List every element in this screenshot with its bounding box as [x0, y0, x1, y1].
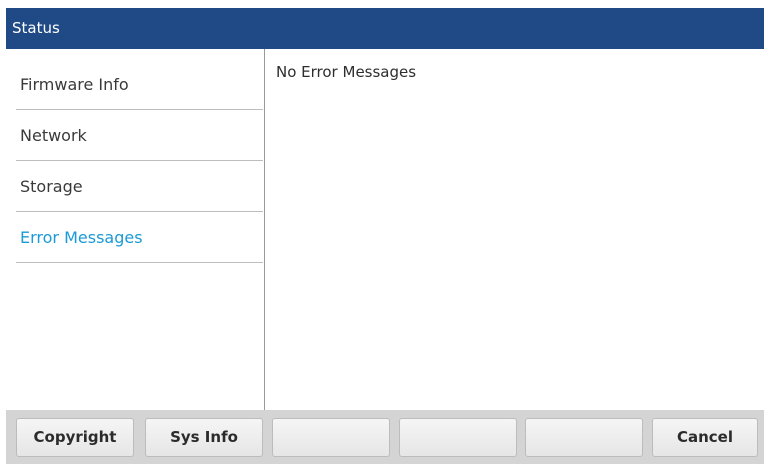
- softkey-3-button[interactable]: [272, 418, 390, 457]
- sys-info-button[interactable]: Sys Info: [145, 418, 263, 457]
- content-panel: No Error Messages: [266, 49, 764, 410]
- error-messages-text: No Error Messages: [276, 63, 417, 81]
- softkey-bar: Copyright Sys Info Cancel: [6, 410, 764, 464]
- softkey-5-button[interactable]: [525, 418, 643, 457]
- status-screen: Status Firmware Info Network Storage Err…: [0, 0, 764, 464]
- sidebar-item-network[interactable]: Network: [16, 110, 263, 161]
- cancel-button[interactable]: Cancel: [652, 418, 758, 457]
- softkey-4-button[interactable]: [399, 418, 517, 457]
- sidebar-item-storage[interactable]: Storage: [16, 161, 263, 212]
- copyright-button[interactable]: Copyright: [16, 418, 134, 457]
- sidebar-item-error-messages[interactable]: Error Messages: [16, 212, 263, 263]
- sidebar: Firmware Info Network Storage Error Mess…: [6, 49, 265, 410]
- sidebar-item-firmware-info[interactable]: Firmware Info: [16, 59, 263, 110]
- page-title: Status: [6, 8, 764, 49]
